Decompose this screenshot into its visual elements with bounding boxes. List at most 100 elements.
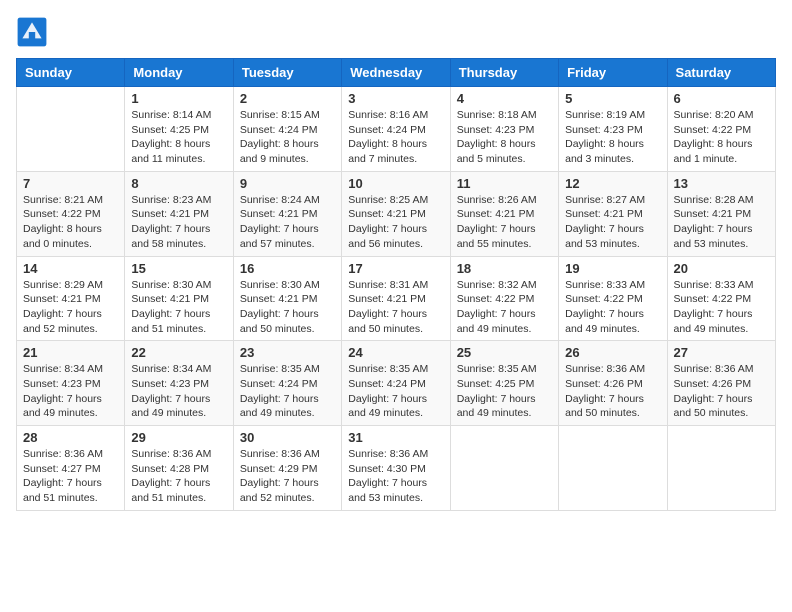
calendar-cell: 5 Sunrise: 8:19 AM Sunset: 4:23 PM Daylig…: [559, 87, 667, 172]
calendar-cell: 28 Sunrise: 8:36 AM Sunset: 4:27 PM Dayli…: [17, 426, 125, 511]
day-info: Sunrise: 8:34 AM Sunset: 4:23 PM Dayligh…: [23, 362, 118, 421]
day-info: Sunrise: 8:33 AM Sunset: 4:22 PM Dayligh…: [565, 278, 660, 337]
calendar-cell: 10 Sunrise: 8:25 AM Sunset: 4:21 PM Dayli…: [342, 171, 450, 256]
day-info: Sunrise: 8:31 AM Sunset: 4:21 PM Dayligh…: [348, 278, 443, 337]
calendar-cell: 1 Sunrise: 8:14 AM Sunset: 4:25 PM Daylig…: [125, 87, 233, 172]
calendar-week-row: 28 Sunrise: 8:36 AM Sunset: 4:27 PM Dayli…: [17, 426, 776, 511]
day-of-week-header: Thursday: [450, 59, 558, 87]
calendar-week-row: 7 Sunrise: 8:21 AM Sunset: 4:22 PM Daylig…: [17, 171, 776, 256]
calendar-cell: 3 Sunrise: 8:16 AM Sunset: 4:24 PM Daylig…: [342, 87, 450, 172]
day-number: 30: [240, 430, 335, 445]
day-info: Sunrise: 8:15 AM Sunset: 4:24 PM Dayligh…: [240, 108, 335, 167]
day-info: Sunrise: 8:21 AM Sunset: 4:22 PM Dayligh…: [23, 193, 118, 252]
day-info: Sunrise: 8:19 AM Sunset: 4:23 PM Dayligh…: [565, 108, 660, 167]
day-number: 20: [674, 261, 769, 276]
day-number: 2: [240, 91, 335, 106]
day-number: 9: [240, 176, 335, 191]
calendar-cell: [17, 87, 125, 172]
calendar-week-row: 1 Sunrise: 8:14 AM Sunset: 4:25 PM Daylig…: [17, 87, 776, 172]
calendar-cell: 24 Sunrise: 8:35 AM Sunset: 4:24 PM Dayli…: [342, 341, 450, 426]
day-of-week-header: Saturday: [667, 59, 775, 87]
calendar-cell: 6 Sunrise: 8:20 AM Sunset: 4:22 PM Daylig…: [667, 87, 775, 172]
day-number: 5: [565, 91, 660, 106]
calendar-cell: 25Sunrise: 8:35 AM Sunset: 4:25 PM Dayli…: [450, 341, 558, 426]
calendar-cell: 14 Sunrise: 8:29 AM Sunset: 4:21 PM Dayli…: [17, 256, 125, 341]
day-info: Sunrise: 8:28 AM Sunset: 4:21 PM Dayligh…: [674, 193, 769, 252]
day-number: 24: [348, 345, 443, 360]
day-info: Sunrise: 8:36 AM Sunset: 4:30 PM Dayligh…: [348, 447, 443, 506]
calendar-cell: [667, 426, 775, 511]
day-info: Sunrise: 8:35 AM Sunset: 4:24 PM Dayligh…: [348, 362, 443, 421]
day-number: 15: [131, 261, 226, 276]
day-number: 10: [348, 176, 443, 191]
calendar-cell: 12Sunrise: 8:27 AM Sunset: 4:21 PM Dayli…: [559, 171, 667, 256]
day-info: Sunrise: 8:30 AM Sunset: 4:21 PM Dayligh…: [131, 278, 226, 337]
day-number: 28: [23, 430, 118, 445]
day-info: Sunrise: 8:36 AM Sunset: 4:28 PM Dayligh…: [131, 447, 226, 506]
day-number: 18: [457, 261, 552, 276]
day-number: 21: [23, 345, 118, 360]
day-of-week-header: Wednesday: [342, 59, 450, 87]
day-number: 8: [131, 176, 226, 191]
calendar-cell: 9 Sunrise: 8:24 AM Sunset: 4:21 PM Daylig…: [233, 171, 341, 256]
day-info: Sunrise: 8:36 AM Sunset: 4:27 PM Dayligh…: [23, 447, 118, 506]
calendar-cell: 21 Sunrise: 8:34 AM Sunset: 4:23 PM Dayli…: [17, 341, 125, 426]
calendar-cell: 18 Sunrise: 8:32 AM Sunset: 4:22 PM Dayli…: [450, 256, 558, 341]
day-number: 17: [348, 261, 443, 276]
day-number: 29: [131, 430, 226, 445]
day-number: 7: [23, 176, 118, 191]
logo-icon: [16, 16, 48, 48]
day-info: Sunrise: 8:16 AM Sunset: 4:24 PM Dayligh…: [348, 108, 443, 167]
page-header: [16, 16, 776, 48]
calendar-cell: 29 Sunrise: 8:36 AM Sunset: 4:28 PM Dayli…: [125, 426, 233, 511]
day-info: Sunrise: 8:33 AM Sunset: 4:22 PM Dayligh…: [674, 278, 769, 337]
calendar-cell: 26Sunrise: 8:36 AM Sunset: 4:26 PM Dayli…: [559, 341, 667, 426]
day-info: Sunrise: 8:35 AM Sunset: 4:24 PM Dayligh…: [240, 362, 335, 421]
calendar-week-row: 14 Sunrise: 8:29 AM Sunset: 4:21 PM Dayli…: [17, 256, 776, 341]
day-info: Sunrise: 8:29 AM Sunset: 4:21 PM Dayligh…: [23, 278, 118, 337]
day-of-week-header: Monday: [125, 59, 233, 87]
calendar-cell: 23Sunrise: 8:35 AM Sunset: 4:24 PM Dayli…: [233, 341, 341, 426]
day-number: 19: [565, 261, 660, 276]
day-info: Sunrise: 8:14 AM Sunset: 4:25 PM Dayligh…: [131, 108, 226, 167]
calendar-cell: 2 Sunrise: 8:15 AM Sunset: 4:24 PM Daylig…: [233, 87, 341, 172]
calendar-week-row: 21 Sunrise: 8:34 AM Sunset: 4:23 PM Dayli…: [17, 341, 776, 426]
day-info: Sunrise: 8:24 AM Sunset: 4:21 PM Dayligh…: [240, 193, 335, 252]
calendar-table: SundayMondayTuesdayWednesdayThursdayFrid…: [16, 58, 776, 511]
day-info: Sunrise: 8:35 AM Sunset: 4:25 PM Dayligh…: [457, 362, 552, 421]
day-number: 12: [565, 176, 660, 191]
day-info: Sunrise: 8:20 AM Sunset: 4:22 PM Dayligh…: [674, 108, 769, 167]
calendar-cell: 8Sunrise: 8:23 AM Sunset: 4:21 PM Daylig…: [125, 171, 233, 256]
day-number: 3: [348, 91, 443, 106]
day-info: Sunrise: 8:36 AM Sunset: 4:26 PM Dayligh…: [565, 362, 660, 421]
day-number: 31: [348, 430, 443, 445]
calendar-cell: 22Sunrise: 8:34 AM Sunset: 4:23 PM Dayli…: [125, 341, 233, 426]
day-number: 14: [23, 261, 118, 276]
day-info: Sunrise: 8:32 AM Sunset: 4:22 PM Dayligh…: [457, 278, 552, 337]
day-number: 22: [131, 345, 226, 360]
day-number: 6: [674, 91, 769, 106]
calendar-cell: 15 Sunrise: 8:30 AM Sunset: 4:21 PM Dayli…: [125, 256, 233, 341]
calendar-cell: 19 Sunrise: 8:33 AM Sunset: 4:22 PM Dayli…: [559, 256, 667, 341]
calendar-cell: 7 Sunrise: 8:21 AM Sunset: 4:22 PM Daylig…: [17, 171, 125, 256]
day-info: Sunrise: 8:25 AM Sunset: 4:21 PM Dayligh…: [348, 193, 443, 252]
days-of-week-row: SundayMondayTuesdayWednesdayThursdayFrid…: [17, 59, 776, 87]
calendar-cell: 16Sunrise: 8:30 AM Sunset: 4:21 PM Dayli…: [233, 256, 341, 341]
day-info: Sunrise: 8:26 AM Sunset: 4:21 PM Dayligh…: [457, 193, 552, 252]
day-number: 11: [457, 176, 552, 191]
day-of-week-header: Friday: [559, 59, 667, 87]
day-info: Sunrise: 8:36 AM Sunset: 4:26 PM Dayligh…: [674, 362, 769, 421]
calendar-cell: 27 Sunrise: 8:36 AM Sunset: 4:26 PM Dayli…: [667, 341, 775, 426]
day-number: 4: [457, 91, 552, 106]
day-info: Sunrise: 8:36 AM Sunset: 4:29 PM Dayligh…: [240, 447, 335, 506]
day-number: 1: [131, 91, 226, 106]
day-of-week-header: Sunday: [17, 59, 125, 87]
calendar-body: 1 Sunrise: 8:14 AM Sunset: 4:25 PM Daylig…: [17, 87, 776, 511]
calendar-cell: [559, 426, 667, 511]
day-number: 16: [240, 261, 335, 276]
logo: [16, 16, 50, 48]
day-number: 27: [674, 345, 769, 360]
calendar-cell: 31 Sunrise: 8:36 AM Sunset: 4:30 PM Dayli…: [342, 426, 450, 511]
calendar-cell: 4Sunrise: 8:18 AM Sunset: 4:23 PM Daylig…: [450, 87, 558, 172]
calendar-cell: 11 Sunrise: 8:26 AM Sunset: 4:21 PM Dayli…: [450, 171, 558, 256]
